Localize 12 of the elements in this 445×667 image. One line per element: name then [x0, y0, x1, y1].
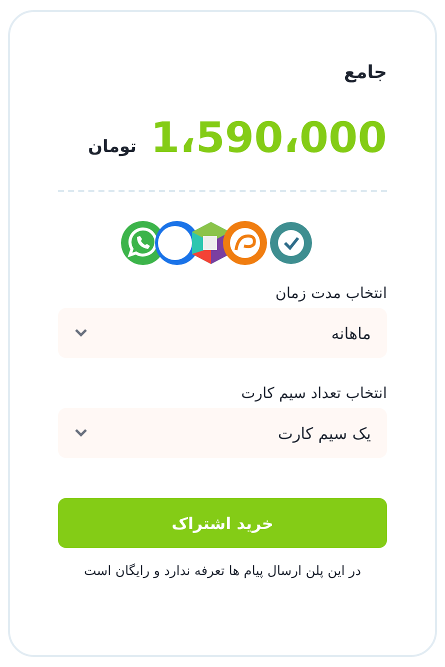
swirl-circle-icon	[222, 220, 268, 266]
chevron-down-icon	[74, 328, 88, 338]
chevron-down-icon	[74, 428, 88, 438]
dropdown-select[interactable]: یک سیم کارت	[58, 408, 387, 458]
select-label: انتخاب تعداد سیم کارت	[240, 384, 387, 402]
currency-label: تومان	[88, 137, 137, 157]
select-label: انتخاب مدت زمان	[274, 284, 387, 302]
plan-note: در این پلن ارسال پیام ها تعرفه ندارد و رایگان است	[83, 564, 362, 579]
plan-title: جامع	[342, 62, 387, 83]
dropdown-select[interactable]: ماهانه	[58, 308, 387, 358]
plan-price: 1،590،000	[150, 113, 387, 162]
check-circle-icon	[268, 220, 314, 266]
